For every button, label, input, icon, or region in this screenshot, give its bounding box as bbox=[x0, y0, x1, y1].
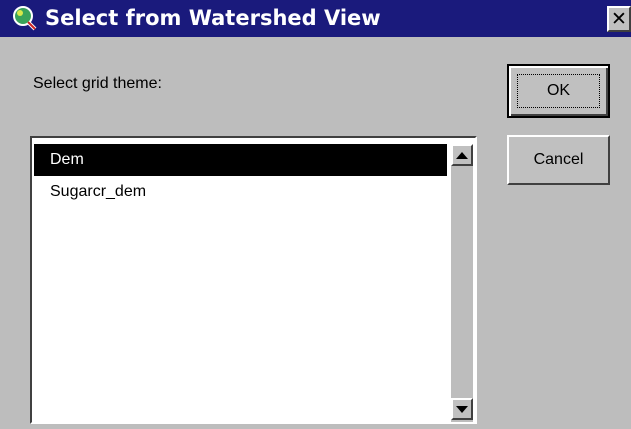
title-bar[interactable]: Select from Watershed View ✕ bbox=[0, 0, 631, 37]
window-title: Select from Watershed View bbox=[45, 6, 381, 30]
arrow-down-icon bbox=[456, 405, 468, 413]
select-grid-theme-label: Select grid theme: bbox=[33, 75, 162, 92]
grid-theme-listbox[interactable]: Dem Sugarcr_dem bbox=[30, 136, 477, 424]
focus-rectangle bbox=[517, 74, 600, 108]
cancel-button-label: Cancel bbox=[533, 151, 584, 168]
ok-button[interactable]: OK bbox=[507, 64, 610, 118]
arrow-up-icon bbox=[456, 151, 468, 159]
list-items: Dem Sugarcr_dem bbox=[34, 144, 447, 208]
close-button[interactable]: ✕ bbox=[607, 6, 631, 32]
magnifier-globe-icon bbox=[9, 4, 37, 32]
scroll-down-button[interactable] bbox=[451, 398, 473, 420]
list-item-dem[interactable]: Dem bbox=[34, 144, 447, 176]
close-icon: ✕ bbox=[611, 7, 627, 30]
vertical-scrollbar[interactable] bbox=[451, 144, 473, 422]
list-item-sugarcr-dem[interactable]: Sugarcr_dem bbox=[34, 176, 447, 208]
scroll-up-button[interactable] bbox=[451, 144, 473, 166]
cancel-button[interactable]: Cancel bbox=[507, 135, 610, 185]
